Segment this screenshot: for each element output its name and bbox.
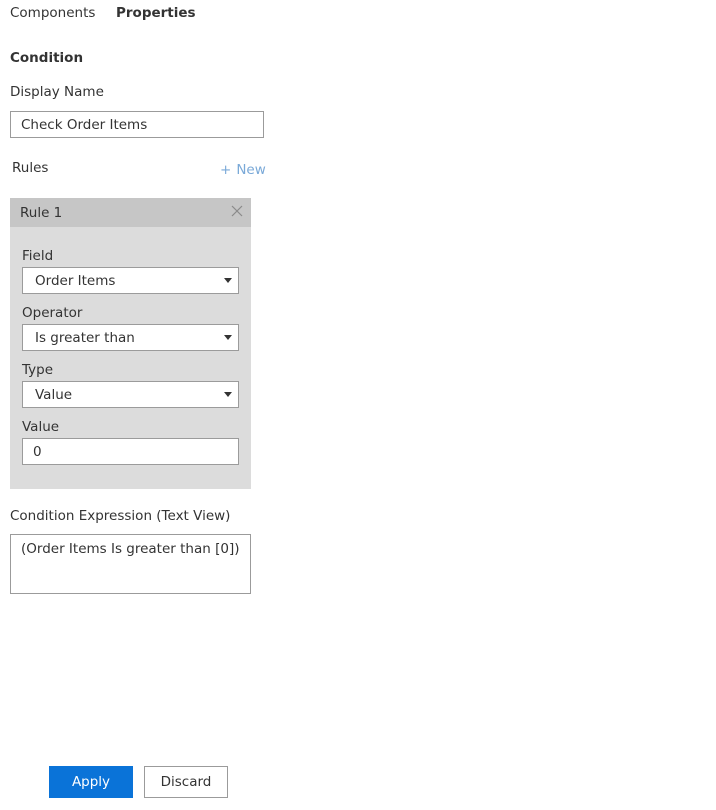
type-select[interactable]: Value [22,381,239,408]
field-select[interactable]: Order Items [22,267,239,294]
operator-label: Operator [22,305,83,321]
operator-select-value: Is greater than [35,330,135,346]
field-select-value: Order Items [35,273,116,289]
type-select-value: Value [35,387,73,403]
chevron-down-icon [224,278,232,283]
value-input[interactable] [22,438,239,465]
rules-label: Rules [12,160,49,176]
close-icon[interactable] [230,204,244,218]
chevron-down-icon [224,392,232,397]
section-title: Condition [10,50,84,66]
field-label: Field [22,248,54,264]
expression-text: (Order Items Is greater than [0]) [21,541,240,557]
plus-icon: + [220,162,232,178]
chevron-down-icon [224,335,232,340]
display-name-input[interactable] [10,111,264,138]
display-name-label: Display Name [10,84,104,100]
expression-textarea[interactable]: (Order Items Is greater than [0]) [10,534,251,594]
tab-components[interactable]: Components [10,5,95,21]
expression-label: Condition Expression (Text View) [10,508,231,524]
apply-button[interactable]: Apply [49,766,133,798]
new-rule-label: New [236,162,266,178]
rule-card: Rule 1 Field Order Items Operator Is gre… [10,198,251,489]
rule-title: Rule 1 [20,205,63,221]
value-label: Value [22,419,60,435]
operator-select[interactable]: Is greater than [22,324,239,351]
new-rule-button[interactable]: + New [220,162,266,178]
tab-properties[interactable]: Properties [116,5,196,21]
type-label: Type [22,362,54,378]
discard-button[interactable]: Discard [144,766,228,798]
rule-card-header: Rule 1 [10,198,251,227]
